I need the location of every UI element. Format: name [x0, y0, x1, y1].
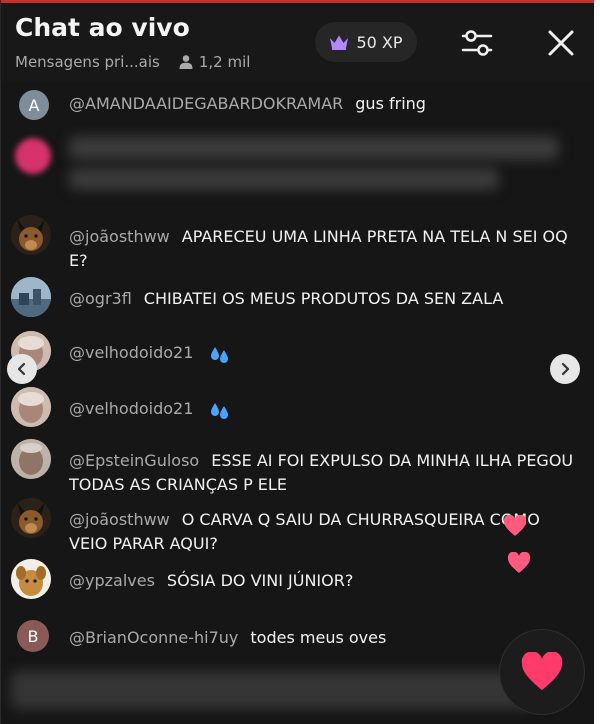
- face-avatar-icon: [11, 439, 51, 479]
- message-author[interactable]: @ogr3fl: [69, 289, 132, 308]
- avatar[interactable]: [11, 559, 51, 599]
- settings-sliders-icon: [461, 30, 493, 56]
- message-line: @velhodoido21: [69, 397, 581, 421]
- previous-button[interactable]: [7, 354, 37, 384]
- blurred-message: [11, 671, 531, 709]
- crown-icon: [330, 35, 349, 50]
- avatar-letter: B: [27, 626, 39, 646]
- blurred-text: [69, 136, 559, 160]
- avatar[interactable]: [11, 215, 51, 255]
- message-author[interactable]: @BrianOconne-hi7uy: [69, 628, 238, 647]
- chat-title: Chat ao vivo: [15, 13, 190, 42]
- heart-icon: [507, 552, 531, 573]
- message-line: @AMANDAAIDEGABARDOKRAMAR gus fring: [69, 92, 581, 116]
- chat-message-list[interactable]: A @AMANDAAIDEGABARDOKRAMAR gus fring @jo…: [1, 81, 594, 724]
- avatar[interactable]: [11, 498, 51, 538]
- viewer-count-value: 1,2 mil: [198, 53, 251, 71]
- chevron-left-icon: [17, 362, 26, 376]
- avatar[interactable]: A: [19, 90, 49, 120]
- live-chat-panel: Chat ao vivo Mensagens pri...ais 1,2 mil…: [0, 0, 594, 724]
- avatar[interactable]: [11, 387, 51, 427]
- dog-avatar-icon: [11, 559, 51, 599]
- water-drops-icon: [211, 402, 229, 419]
- avatar[interactable]: B: [17, 620, 49, 652]
- message-author[interactable]: @ypzalves: [69, 571, 155, 590]
- xp-label: 50 XP: [356, 32, 403, 52]
- settings-button[interactable]: [457, 23, 497, 63]
- message-text: CHIBATEI OS MEUS PRODUTOS DA SEN ZALA: [143, 289, 504, 308]
- message-text: SÓSIA DO VINI JÚNIOR?: [166, 571, 354, 590]
- avatar: [15, 138, 51, 174]
- avatar[interactable]: [11, 277, 51, 317]
- avatar[interactable]: [11, 439, 51, 479]
- avatar-letter: A: [28, 95, 40, 115]
- message-line: @ypzalves SÓSIA DO VINI JÚNIOR?: [69, 569, 581, 593]
- page-edge: [594, 0, 600, 724]
- xp-badge-button[interactable]: 50 XP: [315, 22, 417, 62]
- chat-message-blurred: [11, 136, 581, 196]
- message-author[interactable]: @velhodoido21: [69, 343, 193, 362]
- water-drops-icon: [211, 346, 229, 363]
- message-author[interactable]: @velhodoido21: [69, 399, 193, 418]
- person-icon: [179, 55, 193, 69]
- chevron-right-icon: [561, 362, 570, 376]
- heart-icon: [521, 652, 563, 691]
- message-line: @ogr3fl CHIBATEI OS MEUS PRODUTOS DA SEN …: [69, 287, 581, 311]
- message-text: gus fring: [355, 94, 426, 113]
- next-button[interactable]: [550, 354, 580, 384]
- message-text: todes meus oves: [250, 628, 387, 647]
- chat-subheader: Mensagens pri...ais 1,2 mil: [15, 53, 250, 71]
- dog-avatar-icon: [11, 215, 51, 255]
- close-button[interactable]: [541, 23, 581, 63]
- message-author[interactable]: @EpsteinGuloso: [69, 451, 199, 470]
- blurred-text: [69, 168, 499, 190]
- message-author[interactable]: @AMANDAAIDEGABARDOKRAMAR: [69, 94, 343, 113]
- face-avatar-icon: [11, 387, 51, 427]
- heart-icon: [503, 515, 527, 536]
- close-icon: [548, 30, 574, 56]
- viewer-count: 1,2 mil: [178, 53, 251, 71]
- dog-avatar-icon: [11, 498, 51, 538]
- message-line: @velhodoido21: [69, 341, 581, 365]
- chat-mode-dropdown[interactable]: Mensagens pri...ais: [15, 53, 160, 71]
- message-line: @joãosthww APARECEU UMA LINHA PRETA NA TE…: [69, 225, 581, 273]
- message-author[interactable]: @joãosthww: [69, 227, 170, 246]
- heart-reaction-button[interactable]: [499, 629, 585, 715]
- chat-header: Chat ao vivo Mensagens pri...ais 1,2 mil…: [1, 3, 594, 81]
- message-line: @BrianOconne-hi7uy todes meus oves: [69, 626, 581, 650]
- message-author[interactable]: @joãosthww: [69, 510, 170, 529]
- landscape-avatar-icon: [11, 277, 51, 317]
- message-line: @EpsteinGuloso ESSE AI FOI EXPULSO DA MIN…: [69, 449, 581, 497]
